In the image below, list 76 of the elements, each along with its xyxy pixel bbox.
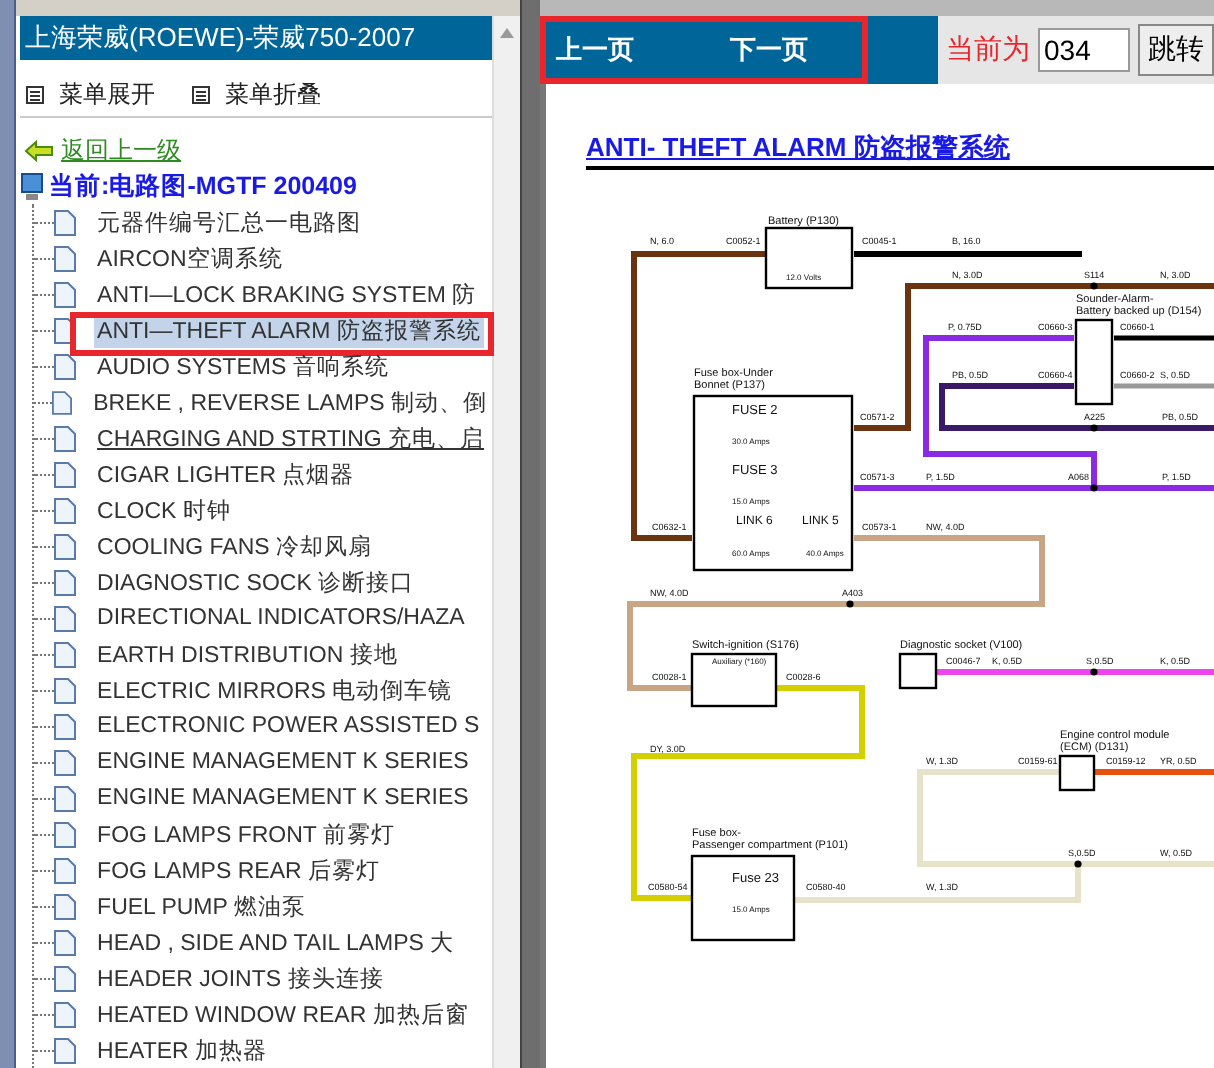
- scrollbar[interactable]: [491, 16, 520, 1068]
- document-icon: [53, 353, 76, 379]
- tree-item[interactable]: ANTI—LOCK BRAKING SYSTEM 防: [93, 277, 481, 311]
- document-icon: [53, 821, 76, 847]
- prev-page-link[interactable]: 上一页: [556, 32, 634, 68]
- tree-item[interactable]: HEATED WINDOW REAR 加热后窗: [93, 997, 473, 1031]
- document-icon: [53, 1001, 76, 1027]
- junction-dot: [1090, 668, 1098, 676]
- document-icon: [53, 929, 76, 955]
- tree-item[interactable]: CHARGING AND STRTING 充电、启: [93, 421, 489, 455]
- document-icon: [53, 281, 76, 307]
- document-icon: [53, 425, 76, 451]
- tree-item[interactable]: HEADER JOINTS 接头连接: [93, 961, 388, 995]
- document-icon: [53, 605, 76, 631]
- tree-item[interactable]: CIGAR LIGHTER 点烟器: [93, 457, 359, 491]
- menu-toggle[interactable]: 菜单展开: [25, 74, 156, 116]
- component-box: [690, 652, 778, 708]
- document-icon: [53, 713, 76, 739]
- tree-item[interactable]: HEATER 加热器: [93, 1033, 272, 1067]
- tree-item[interactable]: BREKE , REVERSE LAMPS 制动、倒: [89, 385, 492, 419]
- document-icon: [53, 245, 76, 271]
- component-box: [898, 652, 938, 690]
- back-arrow-icon: [23, 139, 54, 162]
- document-icon: [53, 209, 76, 235]
- document-icon: [53, 1037, 76, 1063]
- tree-item[interactable]: ENGINE MANAGEMENT K SERIES: [93, 748, 473, 776]
- junction-dot: [846, 600, 854, 608]
- junction-dot: [1090, 282, 1098, 290]
- junction-dot: [1090, 424, 1098, 432]
- tree-item[interactable]: FOG LAMPS REAR 后雾灯: [93, 853, 384, 887]
- computer-icon: [19, 171, 44, 202]
- tree-item[interactable]: CLOCK 时钟: [93, 493, 235, 527]
- scroll-up-icon[interactable]: [499, 28, 514, 38]
- tree-item[interactable]: HEAD , SIDE AND TAIL LAMPS 大: [93, 925, 459, 959]
- panel-title: 上海荣威(ROEWE)-荣威750-2007: [19, 16, 492, 60]
- document-icon: [53, 965, 76, 991]
- page-input[interactable]: 034: [1038, 28, 1130, 72]
- tree-item[interactable]: 元器件编号汇总一电路图: [93, 205, 366, 239]
- junction-dot: [1074, 860, 1082, 868]
- tree-item[interactable]: ELECTRIC MIRRORS 电动倒车镜: [93, 673, 457, 707]
- document-icon: [53, 569, 76, 595]
- document-icon: [53, 461, 76, 487]
- component-box: [764, 226, 854, 290]
- back-link[interactable]: 返回上一级: [61, 133, 182, 168]
- tree-item[interactable]: DIAGNOSTIC SOCK 诊断接口: [93, 565, 419, 599]
- tree-item[interactable]: AIRCON空调系统: [93, 241, 287, 275]
- document-icon: [53, 677, 76, 703]
- tree-item[interactable]: FOG LAMPS FRONT 前雾灯: [93, 817, 399, 851]
- current-page-label: 当前为: [946, 32, 1030, 68]
- document-icon: [53, 857, 76, 883]
- document-title: ANTI- THEFT ALARM 防盗报警系统: [586, 132, 1012, 164]
- tree-item[interactable]: DIRECTIONAL INDICATORS/HAZA: [93, 604, 469, 632]
- document-icon: [53, 533, 76, 559]
- splitter-bar[interactable]: [519, 0, 540, 1068]
- component-box: [1074, 318, 1114, 406]
- component-box: [1058, 754, 1096, 792]
- tree-item[interactable]: ENGINE MANAGEMENT K SERIES: [93, 784, 473, 812]
- menu-toggle[interactable]: 菜单折叠: [191, 74, 322, 116]
- component-box: [690, 854, 796, 942]
- document-icon: [53, 641, 76, 667]
- list-icon: [25, 85, 44, 104]
- current-location: 当前:电路图-MGTF 200409: [49, 169, 357, 204]
- tree-item[interactable]: ELECTRONIC POWER ASSISTED S: [93, 712, 484, 740]
- tree-item[interactable]: AUDIO SYSTEMS 音响系统: [93, 349, 393, 383]
- document-icon: [53, 785, 76, 811]
- jump-button[interactable]: 跳转: [1138, 24, 1214, 76]
- document-icon: [53, 497, 76, 523]
- list-icon: [191, 85, 210, 104]
- next-page-link[interactable]: 下一页: [730, 32, 808, 68]
- document-icon: [53, 893, 76, 919]
- document-icon: [51, 389, 72, 415]
- tree-item[interactable]: FUEL PUMP 燃油泵: [93, 889, 310, 923]
- tree-item[interactable]: COOLING FANS 冷却风扇: [93, 529, 377, 563]
- document-icon: [53, 749, 76, 775]
- tree-item[interactable]: EARTH DISTRIBUTION 接地: [93, 637, 402, 671]
- junction-dot: [1090, 484, 1098, 492]
